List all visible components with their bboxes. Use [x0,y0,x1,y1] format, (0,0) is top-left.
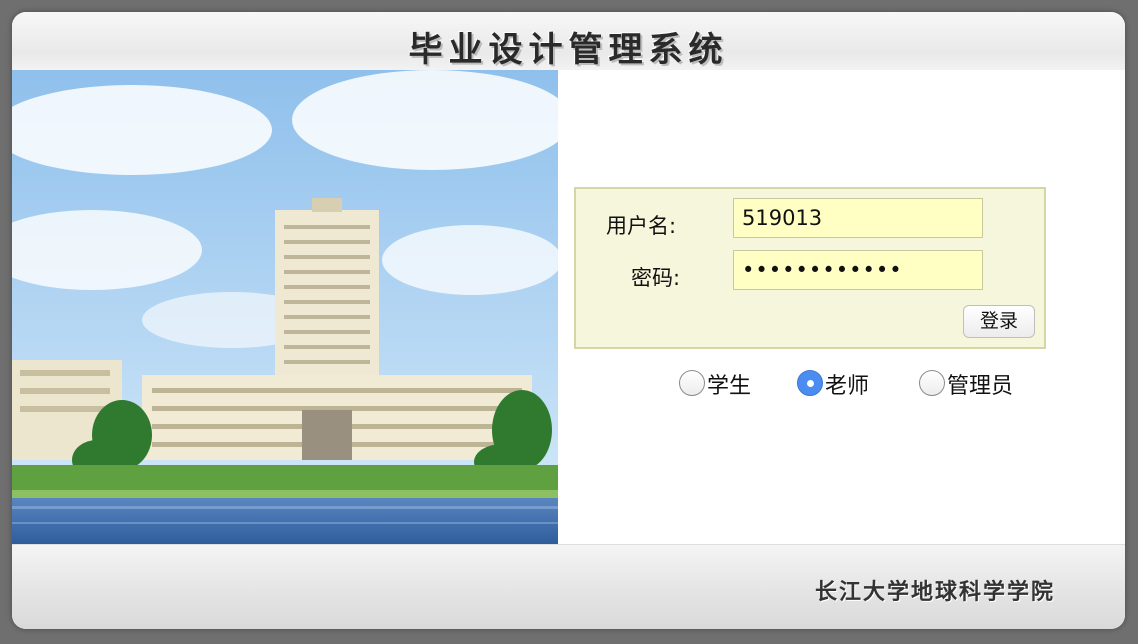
radio-student[interactable] [679,370,705,396]
password-label: 密码: [631,266,681,290]
username-input[interactable] [733,198,983,238]
campus-photo [12,70,558,544]
system-title: 毕业设计管理系统 [408,30,729,70]
radio-admin[interactable] [919,370,945,396]
login-button[interactable]: 登录 [963,305,1035,338]
password-input[interactable]: •••••••••••• [733,250,983,290]
radio-teacher[interactable] [797,370,823,396]
login-form: 用户名: 密码: •••••••••••• 登录 [574,187,1046,349]
role-teacher-label: 老师 [825,374,870,399]
login-pane: 用户名: 密码: •••••••••••• 登录 学生 老师 管理员 [558,70,1125,544]
header-bar: 毕业设计管理系统 [12,12,1125,71]
role-selector: 学生 老师 管理员 [558,368,1125,408]
footer-bar: 长江大学地球科学学院 [12,544,1125,629]
role-admin-label: 管理员 [947,374,1014,399]
username-label: 用户名: [606,214,677,238]
role-student-label: 学生 [707,374,752,399]
college-name: 长江大学地球科学学院 [814,579,1055,605]
login-window: 毕业设计管理系统 用户名: 519013 密码: •••••••••••• 登录… [12,12,1125,629]
